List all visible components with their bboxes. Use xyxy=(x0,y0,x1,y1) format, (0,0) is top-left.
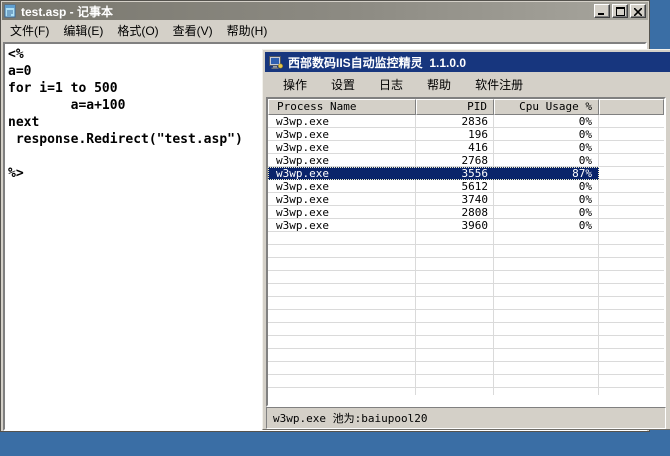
table-row[interactable]: w3wp.exe 2768 0% xyxy=(268,154,599,167)
menu-log[interactable]: 日志 xyxy=(367,73,415,96)
desktop: { "desktop": { "background_color": "#3A6… xyxy=(0,0,670,432)
cell-cpu: 0% xyxy=(494,128,599,141)
menu-edit[interactable]: 编辑(E) xyxy=(56,19,110,42)
process-list: Process Name PID Cpu Usage % w3wp.exe 28… xyxy=(266,97,666,407)
cell-process-name: w3wp.exe xyxy=(268,154,416,167)
process-list-body: w3wp.exe 2836 0% w3wp.exe 196 0% w3wp.ex… xyxy=(268,115,664,395)
menu-view[interactable]: 查看(V) xyxy=(166,19,220,42)
cell-process-name: w3wp.exe xyxy=(268,115,416,128)
minimize-button[interactable] xyxy=(594,4,610,18)
table-row[interactable]: w3wp.exe 3960 0% xyxy=(268,219,599,232)
menu-help[interactable]: 帮助 xyxy=(415,73,463,96)
cell-cpu: 0% xyxy=(494,206,599,219)
table-row[interactable]: w3wp.exe 2836 0% xyxy=(268,115,599,128)
cell-pid: 3556 xyxy=(416,167,494,180)
maximize-icon xyxy=(616,4,625,19)
cell-cpu: 0% xyxy=(494,193,599,206)
resize-grip-icon[interactable] xyxy=(651,414,664,427)
monitor-menubar: 操作 设置 日志 帮助 软件注册 xyxy=(263,72,670,96)
cell-cpu: 0% xyxy=(494,219,599,232)
cell-cpu: 0% xyxy=(494,154,599,167)
notepad-titlebar[interactable]: test.asp - 记事本 xyxy=(2,2,648,20)
cell-cpu: 0% xyxy=(494,141,599,154)
cell-process-name: w3wp.exe xyxy=(268,141,416,154)
table-row[interactable]: w3wp.exe 2808 0% xyxy=(268,206,599,219)
table-row[interactable]: w3wp.exe 196 0% xyxy=(268,128,599,141)
monitor-window: 西部数码IIS自动监控精灵 1.1.0.0 操作 设置 日志 帮助 软件注册 P… xyxy=(262,49,670,430)
cell-pid: 2836 xyxy=(416,115,494,128)
cell-process-name: w3wp.exe xyxy=(268,128,416,141)
cell-pid: 416 xyxy=(416,141,494,154)
table-row[interactable]: w3wp.exe 5612 0% xyxy=(268,180,599,193)
monitor-app-icon xyxy=(269,56,283,69)
menu-settings[interactable]: 设置 xyxy=(319,73,367,96)
process-list-header: Process Name PID Cpu Usage % xyxy=(268,99,664,115)
notepad-window-controls xyxy=(592,4,646,18)
notepad-window-title: test.asp - 记事本 xyxy=(21,3,592,20)
table-row-selected[interactable]: w3wp.exe 3556 87% xyxy=(268,167,599,180)
minimize-icon xyxy=(598,4,606,19)
cell-cpu: 0% xyxy=(494,115,599,128)
cell-process-name: w3wp.exe xyxy=(268,219,416,232)
column-header-empty[interactable] xyxy=(599,99,664,115)
close-icon xyxy=(634,4,642,19)
cell-cpu: 0% xyxy=(494,180,599,193)
status-bar: w3wp.exe 池为:baiupool20 xyxy=(266,407,666,429)
column-header-cpu-usage[interactable]: Cpu Usage % xyxy=(494,99,599,115)
column-header-pid[interactable]: PID xyxy=(416,99,494,115)
cell-pid: 5612 xyxy=(416,180,494,193)
table-row[interactable]: w3wp.exe 3740 0% xyxy=(268,193,599,206)
monitor-titlebar[interactable]: 西部数码IIS自动监控精灵 1.1.0.0 xyxy=(265,52,670,72)
menu-format[interactable]: 格式(O) xyxy=(110,19,165,42)
status-text: w3wp.exe 池为:baiupool20 xyxy=(273,410,427,426)
cell-process-name: w3wp.exe xyxy=(268,180,416,193)
cell-pid: 196 xyxy=(416,128,494,141)
notepad-menubar: 文件(F) 编辑(E) 格式(O) 查看(V) 帮助(H) xyxy=(1,20,649,41)
cell-process-name: w3wp.exe xyxy=(268,193,416,206)
cell-pid: 3960 xyxy=(416,219,494,232)
table-row[interactable]: w3wp.exe 416 0% xyxy=(268,141,599,154)
close-button[interactable] xyxy=(630,4,646,18)
menu-register[interactable]: 软件注册 xyxy=(463,73,535,96)
maximize-button[interactable] xyxy=(612,4,628,18)
cell-pid: 2808 xyxy=(416,206,494,219)
cell-cpu: 87% xyxy=(494,167,599,180)
monitor-window-title: 西部数码IIS自动监控精灵 1.1.0.0 xyxy=(288,54,466,71)
cell-process-name: w3wp.exe xyxy=(268,167,416,180)
cell-pid: 3740 xyxy=(416,193,494,206)
column-header-process-name[interactable]: Process Name xyxy=(268,99,416,115)
menu-operate[interactable]: 操作 xyxy=(271,73,319,96)
notepad-document-icon xyxy=(4,4,17,18)
menu-help[interactable]: 帮助(H) xyxy=(220,19,275,42)
cell-process-name: w3wp.exe xyxy=(268,206,416,219)
cell-pid: 2768 xyxy=(416,154,494,167)
menu-file[interactable]: 文件(F) xyxy=(3,19,56,42)
